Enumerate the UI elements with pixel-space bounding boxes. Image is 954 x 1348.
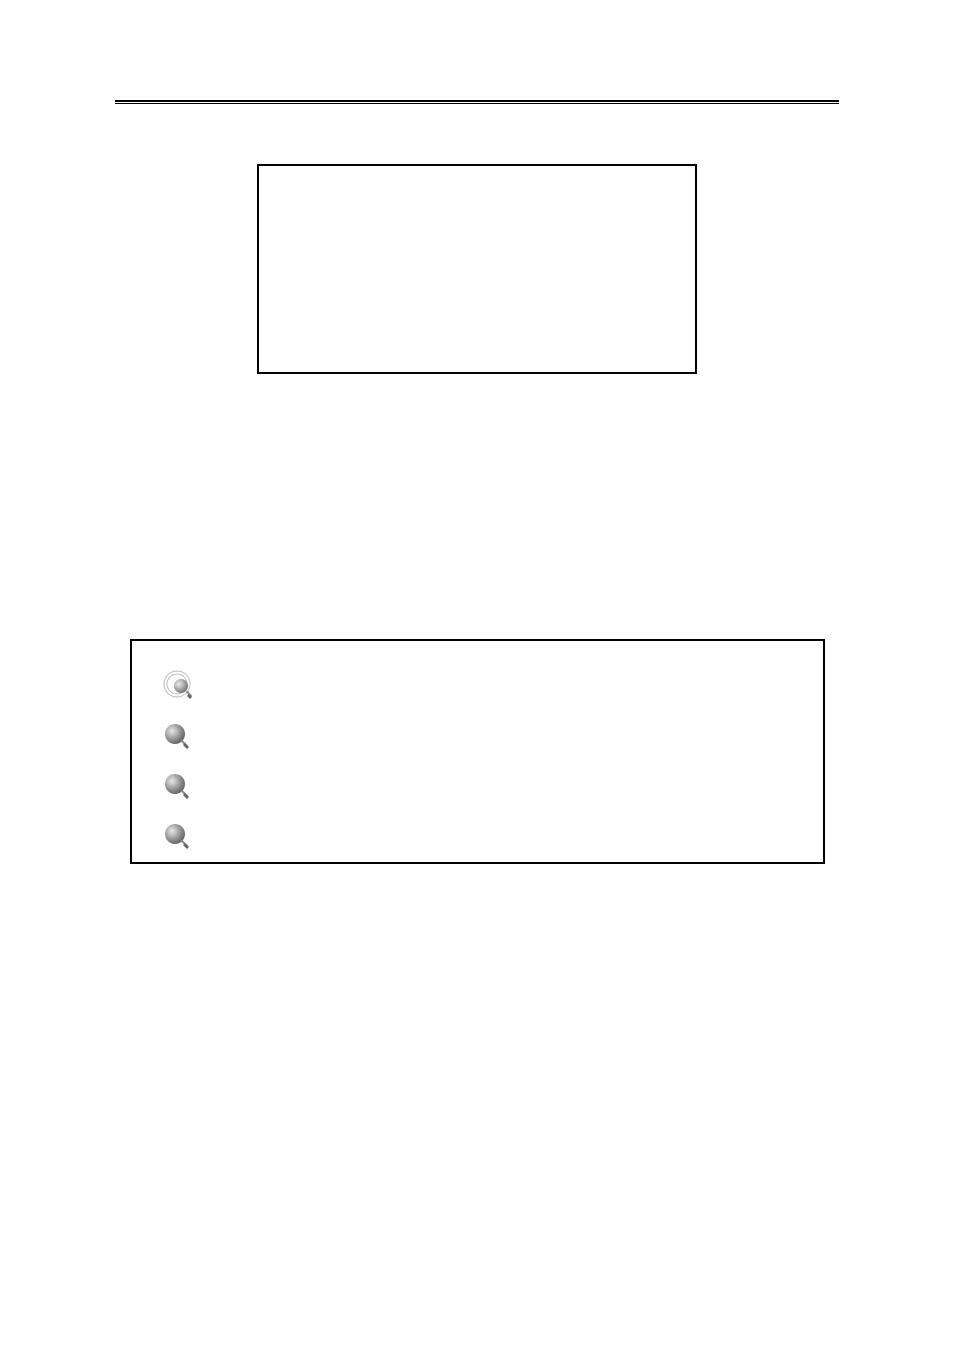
- page-header-rule: [115, 100, 839, 104]
- double-rule: [115, 100, 839, 104]
- list-item: [162, 811, 793, 861]
- empty-framed-box-1: [257, 164, 697, 374]
- sphere-icon: [162, 721, 192, 751]
- sphere-icon: [162, 771, 192, 801]
- sphere-icon: [162, 821, 192, 851]
- list-item: [162, 661, 793, 711]
- list-item: [162, 761, 793, 811]
- icon-list-box: [130, 639, 825, 864]
- list-item: [162, 711, 793, 761]
- sphere-rings-icon: [162, 669, 196, 703]
